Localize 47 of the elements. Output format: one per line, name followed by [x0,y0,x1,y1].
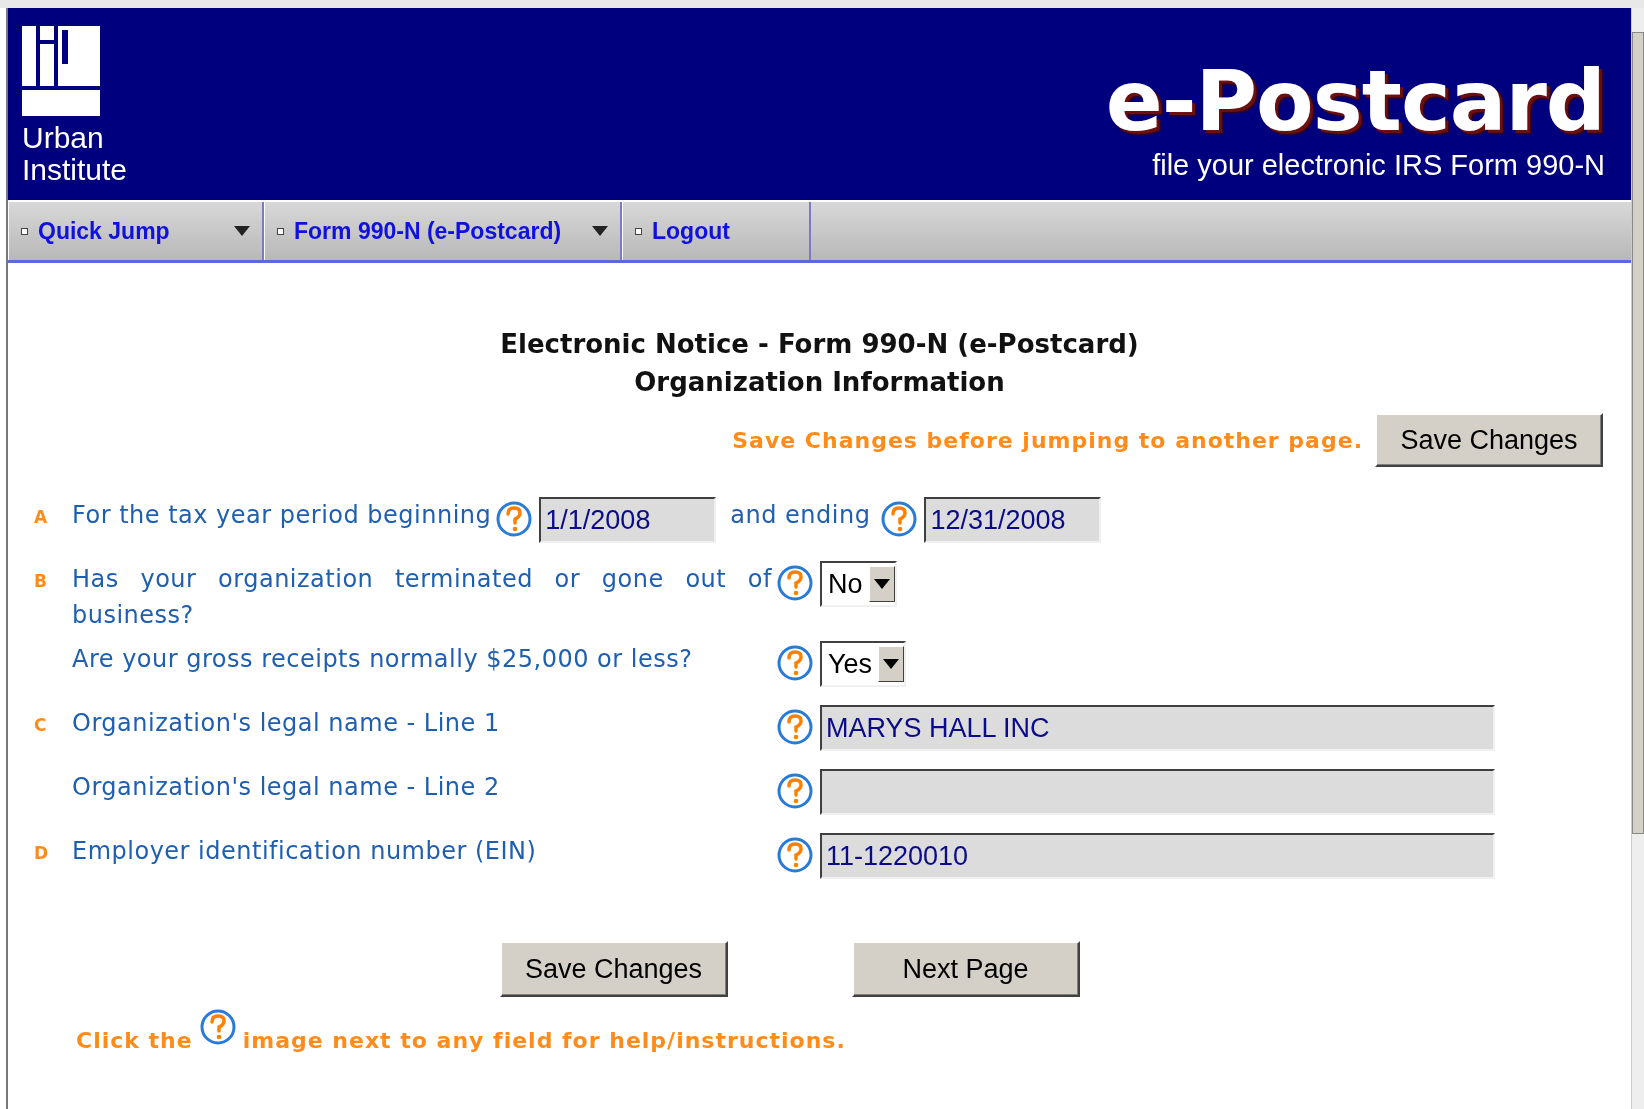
field-label: Are your gross receipts normally $25,000 or less? [72,644,694,675]
next-page-button[interactable]: Next Page [851,941,1080,997]
section-letter: D [34,842,50,863]
text-field[interactable] [820,769,1495,815]
site-subtitle: file your electronic IRS Form 990-N [1152,149,1605,182]
date-field[interactable]: 1/1/2008 [539,497,717,543]
field-label: Organization's legal name - Line 2 [72,772,501,803]
bullet-icon [21,227,28,235]
field-label: Has your organization terminated or gone out of business? [72,564,772,631]
caret-icon [234,226,250,236]
help-icon[interactable] [495,499,534,539]
help-icon[interactable] [776,771,814,811]
dropdown-field[interactable]: No [820,561,897,607]
caret-icon [883,659,900,669]
save-changes-button[interactable]: Save Changes [1375,413,1603,467]
help-icon[interactable] [776,707,814,747]
bullet-icon [277,227,284,235]
logo-text: Urban Institute [22,122,128,186]
help-icon[interactable] [880,499,919,539]
text-field[interactable]: 11-1220010 [820,833,1495,879]
field-label: For the tax year period beginning [72,500,492,531]
save-changes-button[interactable]: Save Changes [499,941,728,997]
page-heading: Organization Information [633,366,1006,399]
help-icon[interactable] [198,1007,237,1047]
section-letter: B [34,570,48,591]
caret-icon [873,579,890,589]
field-label: Organization's legal name - Line 1 [72,708,501,739]
field-label: Employer identification number (EIN) [72,836,538,867]
bullet-icon [635,227,642,235]
caret-icon [592,226,608,236]
help-icon[interactable] [776,835,814,875]
logo-icon [22,26,100,116]
page-heading: Electronic Notice - Form 990-N (e-Postcard) [499,328,1140,361]
save-warning: Save Changes before jumping to another page. [732,427,1363,453]
help-note-text: image next to any field for help/instructions. [242,1028,846,1053]
help-icon[interactable] [776,643,814,683]
nav-menu-item[interactable]: Quick Jump [8,202,264,260]
section-letter: C [34,714,48,735]
site-title: e-Postcard [1105,53,1605,149]
section-letter: A [34,506,49,527]
dropdown-field[interactable]: Yes [820,641,907,687]
help-note-text: Click the [76,1028,193,1053]
text-field[interactable]: MARYS HALL INC [820,705,1495,751]
nav-menu-item[interactable]: Form 990-N (e-Postcard) [264,202,622,260]
date-field[interactable]: 12/31/2008 [924,497,1102,543]
field-label: and ending [730,500,871,531]
help-icon[interactable] [776,563,814,603]
